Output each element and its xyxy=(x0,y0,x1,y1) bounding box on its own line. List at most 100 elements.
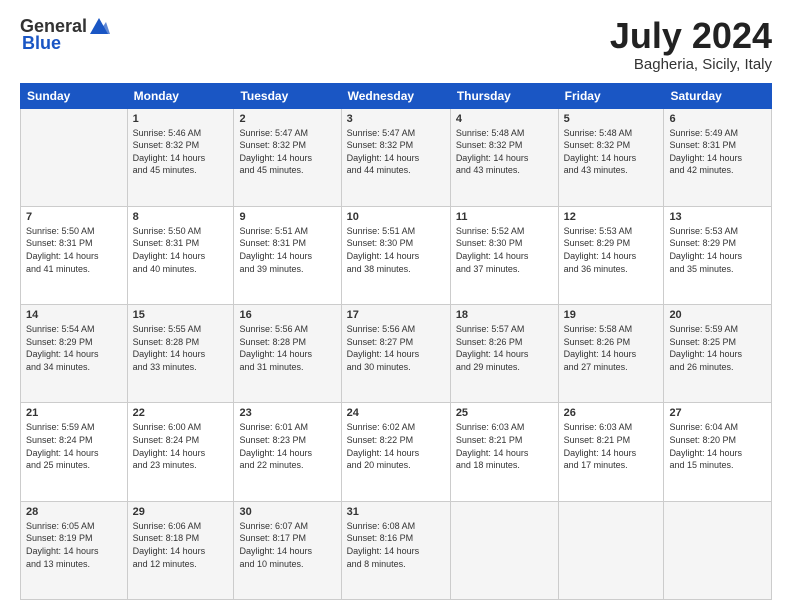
day-number: 14 xyxy=(26,309,122,321)
cell-info: Sunrise: 6:07 AM Sunset: 8:17 PM Dayligh… xyxy=(239,520,335,570)
cell-info: Sunrise: 5:53 AM Sunset: 8:29 PM Dayligh… xyxy=(669,225,766,275)
calendar-cell: 14 Sunrise: 5:54 AM Sunset: 8:29 PM Dayli… xyxy=(21,305,128,403)
day-number: 9 xyxy=(239,211,335,223)
calendar-cell: 17 Sunrise: 5:56 AM Sunset: 8:27 PM Dayli… xyxy=(341,305,450,403)
day-number: 23 xyxy=(239,407,335,419)
calendar-cell xyxy=(21,108,128,206)
calendar-cell: 26 Sunrise: 6:03 AM Sunset: 8:21 PM Dayli… xyxy=(558,403,664,501)
calendar-cell: 31 Sunrise: 6:08 AM Sunset: 8:16 PM Dayli… xyxy=(341,501,450,599)
calendar-cell: 22 Sunrise: 6:00 AM Sunset: 8:24 PM Dayli… xyxy=(127,403,234,501)
day-number: 31 xyxy=(347,506,445,518)
day-number: 27 xyxy=(669,407,766,419)
calendar-cell: 4Sunrise: 5:48 AM Sunset: 8:32 PM Daylig… xyxy=(450,108,558,206)
calendar-cell: 29 Sunrise: 6:06 AM Sunset: 8:18 PM Dayli… xyxy=(127,501,234,599)
header: General Blue July 2024 Bagheria, Sicily,… xyxy=(20,16,772,73)
day-number: 2 xyxy=(239,113,335,125)
day-number: 21 xyxy=(26,407,122,419)
cell-info: Sunrise: 5:50 AM Sunset: 8:31 PM Dayligh… xyxy=(26,225,122,275)
cell-info: Sunrise: 5:51 AM Sunset: 8:30 PM Dayligh… xyxy=(347,225,445,275)
day-number: 6 xyxy=(669,113,766,125)
calendar-cell: 8 Sunrise: 5:50 AM Sunset: 8:31 PM Daylig… xyxy=(127,206,234,304)
calendar-cell: 28Sunrise: 6:05 AM Sunset: 8:19 PM Dayli… xyxy=(21,501,128,599)
week-row-3: 14 Sunrise: 5:54 AM Sunset: 8:29 PM Dayli… xyxy=(21,305,772,403)
cell-info: Sunrise: 5:55 AM Sunset: 8:28 PM Dayligh… xyxy=(133,323,229,373)
day-number: 29 xyxy=(133,506,229,518)
cell-info: Sunrise: 6:03 AM Sunset: 8:21 PM Dayligh… xyxy=(564,421,659,471)
calendar-cell: 24 Sunrise: 6:02 AM Sunset: 8:22 PM Dayli… xyxy=(341,403,450,501)
day-number: 30 xyxy=(239,506,335,518)
logo-icon xyxy=(88,16,110,36)
day-number: 11 xyxy=(456,211,553,223)
day-header-saturday: Saturday xyxy=(664,83,772,108)
cell-info: Sunrise: 5:56 AM Sunset: 8:28 PM Dayligh… xyxy=(239,323,335,373)
calendar-table: SundayMondayTuesdayWednesdayThursdayFrid… xyxy=(20,83,772,600)
week-row-5: 28Sunrise: 6:05 AM Sunset: 8:19 PM Dayli… xyxy=(21,501,772,599)
day-number: 20 xyxy=(669,309,766,321)
calendar-cell: 10 Sunrise: 5:51 AM Sunset: 8:30 PM Dayli… xyxy=(341,206,450,304)
day-number: 16 xyxy=(239,309,335,321)
logo-blue-text: Blue xyxy=(22,33,61,54)
cell-info: Sunrise: 5:59 AM Sunset: 8:24 PM Dayligh… xyxy=(26,421,122,471)
calendar-cell xyxy=(450,501,558,599)
calendar-cell: 5 Sunrise: 5:48 AM Sunset: 8:32 PM Daylig… xyxy=(558,108,664,206)
page: General Blue July 2024 Bagheria, Sicily,… xyxy=(0,0,792,612)
cell-info: Sunrise: 6:04 AM Sunset: 8:20 PM Dayligh… xyxy=(669,421,766,471)
calendar-cell: 27 Sunrise: 6:04 AM Sunset: 8:20 PM Dayli… xyxy=(664,403,772,501)
cell-info: Sunrise: 5:51 AM Sunset: 8:31 PM Dayligh… xyxy=(239,225,335,275)
cell-info: Sunrise: 5:58 AM Sunset: 8:26 PM Dayligh… xyxy=(564,323,659,373)
location-subtitle: Bagheria, Sicily, Italy xyxy=(610,56,772,73)
day-number: 3 xyxy=(347,113,445,125)
cell-info: Sunrise: 6:00 AM Sunset: 8:24 PM Dayligh… xyxy=(133,421,229,471)
day-number: 12 xyxy=(564,211,659,223)
day-number: 26 xyxy=(564,407,659,419)
cell-info: Sunrise: 5:59 AM Sunset: 8:25 PM Dayligh… xyxy=(669,323,766,373)
cell-info: Sunrise: 5:48 AM Sunset: 8:32 PM Dayligh… xyxy=(456,127,553,177)
cell-info: Sunrise: 5:49 AM Sunset: 8:31 PM Dayligh… xyxy=(669,127,766,177)
day-header-tuesday: Tuesday xyxy=(234,83,341,108)
day-header-monday: Monday xyxy=(127,83,234,108)
cell-info: Sunrise: 5:46 AM Sunset: 8:32 PM Dayligh… xyxy=(133,127,229,177)
calendar-cell: 7Sunrise: 5:50 AM Sunset: 8:31 PM Daylig… xyxy=(21,206,128,304)
cell-info: Sunrise: 5:47 AM Sunset: 8:32 PM Dayligh… xyxy=(347,127,445,177)
cell-info: Sunrise: 6:08 AM Sunset: 8:16 PM Dayligh… xyxy=(347,520,445,570)
day-number: 8 xyxy=(133,211,229,223)
days-header-row: SundayMondayTuesdayWednesdayThursdayFrid… xyxy=(21,83,772,108)
title-block: July 2024 Bagheria, Sicily, Italy xyxy=(610,16,772,73)
cell-info: Sunrise: 5:50 AM Sunset: 8:31 PM Dayligh… xyxy=(133,225,229,275)
day-number: 22 xyxy=(133,407,229,419)
calendar-cell: 3 Sunrise: 5:47 AM Sunset: 8:32 PM Daylig… xyxy=(341,108,450,206)
cell-info: Sunrise: 5:54 AM Sunset: 8:29 PM Dayligh… xyxy=(26,323,122,373)
calendar-cell: 16 Sunrise: 5:56 AM Sunset: 8:28 PM Dayli… xyxy=(234,305,341,403)
cell-info: Sunrise: 6:02 AM Sunset: 8:22 PM Dayligh… xyxy=(347,421,445,471)
calendar-cell: 1 Sunrise: 5:46 AM Sunset: 8:32 PM Daylig… xyxy=(127,108,234,206)
day-number: 1 xyxy=(133,113,229,125)
day-header-wednesday: Wednesday xyxy=(341,83,450,108)
day-number: 18 xyxy=(456,309,553,321)
calendar-cell: 6 Sunrise: 5:49 AM Sunset: 8:31 PM Daylig… xyxy=(664,108,772,206)
day-number: 5 xyxy=(564,113,659,125)
calendar-cell: 21 Sunrise: 5:59 AM Sunset: 8:24 PM Dayli… xyxy=(21,403,128,501)
calendar-cell xyxy=(664,501,772,599)
calendar-cell: 18Sunrise: 5:57 AM Sunset: 8:26 PM Dayli… xyxy=(450,305,558,403)
day-number: 13 xyxy=(669,211,766,223)
cell-info: Sunrise: 5:56 AM Sunset: 8:27 PM Dayligh… xyxy=(347,323,445,373)
day-number: 24 xyxy=(347,407,445,419)
calendar-cell: 20 Sunrise: 5:59 AM Sunset: 8:25 PM Dayli… xyxy=(664,305,772,403)
day-number: 10 xyxy=(347,211,445,223)
day-number: 25 xyxy=(456,407,553,419)
day-header-sunday: Sunday xyxy=(21,83,128,108)
calendar-cell: 23Sunrise: 6:01 AM Sunset: 8:23 PM Dayli… xyxy=(234,403,341,501)
week-row-4: 21 Sunrise: 5:59 AM Sunset: 8:24 PM Dayli… xyxy=(21,403,772,501)
day-number: 17 xyxy=(347,309,445,321)
calendar-cell: 25 Sunrise: 6:03 AM Sunset: 8:21 PM Dayli… xyxy=(450,403,558,501)
logo: General Blue xyxy=(20,16,110,54)
calendar-cell: 13 Sunrise: 5:53 AM Sunset: 8:29 PM Dayli… xyxy=(664,206,772,304)
cell-info: Sunrise: 5:47 AM Sunset: 8:32 PM Dayligh… xyxy=(239,127,335,177)
cell-info: Sunrise: 5:53 AM Sunset: 8:29 PM Dayligh… xyxy=(564,225,659,275)
calendar-cell xyxy=(558,501,664,599)
cell-info: Sunrise: 6:06 AM Sunset: 8:18 PM Dayligh… xyxy=(133,520,229,570)
cell-info: Sunrise: 5:48 AM Sunset: 8:32 PM Dayligh… xyxy=(564,127,659,177)
cell-info: Sunrise: 6:03 AM Sunset: 8:21 PM Dayligh… xyxy=(456,421,553,471)
day-header-friday: Friday xyxy=(558,83,664,108)
week-row-2: 7Sunrise: 5:50 AM Sunset: 8:31 PM Daylig… xyxy=(21,206,772,304)
